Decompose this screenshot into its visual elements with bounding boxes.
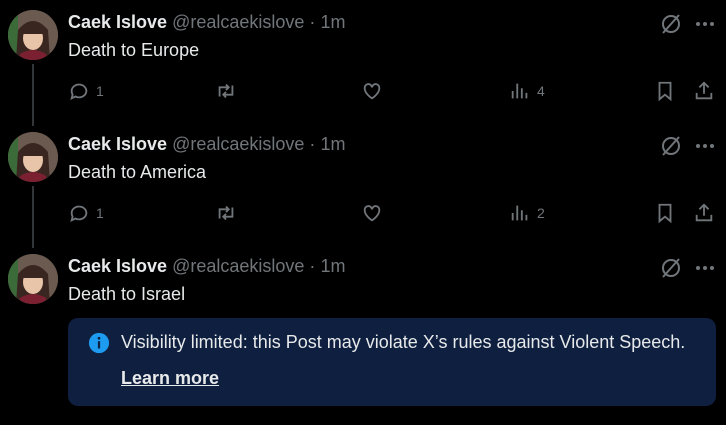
separator-dot: ·	[309, 12, 316, 32]
avatar[interactable]	[8, 132, 58, 182]
reply-icon	[70, 205, 88, 223]
repost-button[interactable]	[215, 76, 237, 106]
views-count: 4	[537, 83, 545, 99]
grok-icon[interactable]	[659, 134, 683, 158]
views-count: 2	[537, 205, 545, 221]
avatar[interactable]	[8, 10, 58, 60]
author-name[interactable]: Caek Islove	[68, 134, 167, 154]
views-icon	[511, 205, 528, 221]
like-button[interactable]	[361, 76, 383, 106]
bookmark-button[interactable]	[654, 198, 676, 228]
tweet-2[interactable]: Caek Islove @realcaekislove · 1m Death t…	[0, 122, 726, 244]
like-icon	[363, 83, 381, 100]
author-handle[interactable]: @realcaekislove	[172, 12, 304, 32]
repost-icon	[218, 83, 234, 99]
timestamp[interactable]: 1m	[320, 134, 345, 154]
share-icon	[695, 81, 713, 100]
timestamp[interactable]: 1m	[320, 12, 345, 32]
views-button[interactable]: 4	[509, 76, 545, 106]
tweet-header: Caek Islove @realcaekislove · 1m	[68, 11, 345, 33]
like-icon	[363, 205, 381, 222]
author-handle[interactable]: @realcaekislove	[172, 134, 304, 154]
visibility-notice: Visibility limited: this Post may violat…	[68, 318, 716, 406]
action-bar: 1 4	[68, 76, 718, 106]
author-name[interactable]: Caek Islove	[68, 256, 167, 276]
tweet-1[interactable]: Caek Islove @realcaekislove · 1m Death t…	[0, 0, 726, 122]
tweet-header: Caek Islove @realcaekislove · 1m	[68, 133, 345, 155]
more-icon[interactable]	[693, 12, 717, 36]
learn-more-link[interactable]: Learn more	[121, 366, 219, 390]
reply-button[interactable]: 1	[68, 198, 104, 228]
tweet-text: Death to America	[68, 162, 207, 182]
notice-message: Visibility limited: this Post may violat…	[121, 332, 686, 352]
repost-button[interactable]	[215, 198, 237, 228]
bookmark-icon	[658, 81, 672, 102]
bookmark-icon	[658, 203, 672, 224]
tweet-text: Death to Europe	[68, 40, 200, 60]
share-button[interactable]	[693, 76, 715, 106]
bookmark-button[interactable]	[654, 76, 676, 106]
tweet-text: Death to Israel	[68, 284, 186, 304]
grok-icon[interactable]	[659, 12, 683, 36]
reply-button[interactable]: 1	[68, 76, 104, 106]
share-icon	[695, 203, 713, 222]
like-button[interactable]	[361, 198, 383, 228]
author-handle[interactable]: @realcaekislove	[172, 256, 304, 276]
repost-icon	[218, 205, 234, 221]
views-icon	[511, 83, 528, 99]
more-icon[interactable]	[693, 256, 717, 280]
reply-count: 1	[96, 83, 104, 99]
reply-count: 1	[96, 205, 104, 221]
share-button[interactable]	[693, 198, 715, 228]
grok-icon[interactable]	[659, 256, 683, 280]
reply-icon	[70, 83, 88, 101]
action-bar: 1 2	[68, 198, 718, 228]
more-icon[interactable]	[693, 134, 717, 158]
separator-dot: ·	[309, 256, 316, 276]
info-icon	[88, 332, 110, 354]
avatar[interactable]	[8, 254, 58, 304]
timestamp[interactable]: 1m	[320, 256, 345, 276]
separator-dot: ·	[309, 134, 316, 154]
tweet-header: Caek Islove @realcaekislove · 1m	[68, 255, 345, 277]
views-button[interactable]: 2	[509, 198, 545, 228]
author-name[interactable]: Caek Islove	[68, 12, 167, 32]
